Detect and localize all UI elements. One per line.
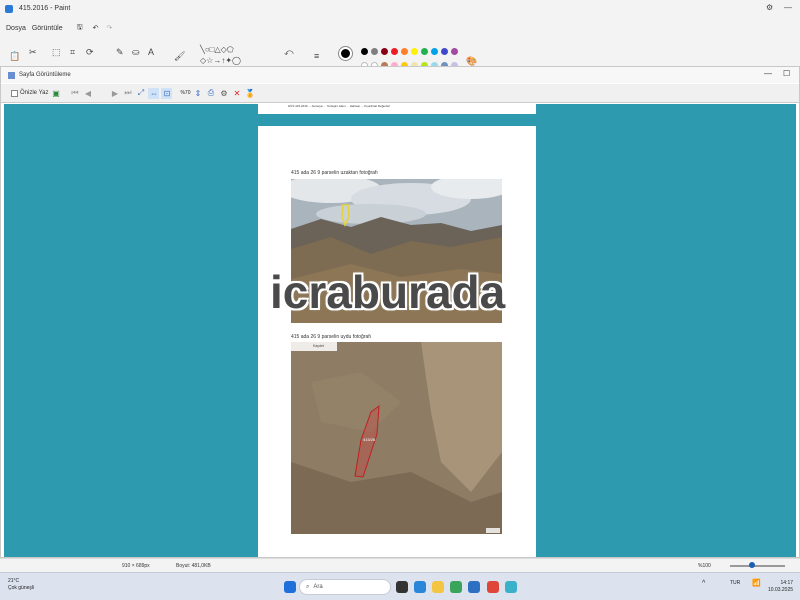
search-icon: ⌕ (306, 583, 310, 590)
color-swatch[interactable] (431, 48, 438, 55)
brush-icon[interactable]: 🖌 (174, 51, 185, 62)
file-size-text: Boyut: 481,0KB (176, 563, 211, 569)
network-icon[interactable]: 📶 (752, 580, 761, 587)
close-icon[interactable]: ✕ (231, 88, 242, 99)
language-indicator[interactable]: TUR (730, 580, 740, 587)
parcel-label: 415/26 (363, 437, 376, 442)
shapes-icon[interactable]: ╲○□△◇⬠ (200, 45, 234, 54)
document-canvas[interactable]: HÜS 415.2016 ... Amasya ... Yerleşim Ala… (4, 104, 796, 557)
color-swatch[interactable] (401, 48, 408, 55)
previous-page-caption: HÜS 415.2016 ... Amasya ... Yerleşim Ala… (288, 104, 391, 108)
minimize-button[interactable]: — (784, 3, 792, 12)
weather-desc: Çok güneşli (8, 585, 35, 591)
zoom-percent: %100 (698, 563, 711, 569)
language-text: TUR (730, 580, 741, 586)
color-swatch[interactable] (421, 48, 428, 55)
zoom-value[interactable]: %70 (180, 88, 190, 99)
photo2-caption: 415 ada 26 9 parselin uydu fotoğrafı (291, 334, 372, 340)
print-preview-button[interactable]: Önizle Yaz (11, 89, 49, 97)
menu-bar: Dosya Görüntüle 🖫 ↶ ↷ (0, 19, 800, 37)
clock-date: 10.03.2025 (768, 587, 794, 593)
last-page-icon[interactable]: ⏭ (122, 88, 133, 99)
crop-icon[interactable]: ⌗ (70, 47, 75, 58)
cut-icon[interactable]: ✂ (29, 47, 37, 58)
document-page: 415 ada 26 9 parselin uzaktan fotoğrafı … (258, 126, 536, 557)
ribbon-toolbar: 📋 ✂ ⬚ ⌗ ⟳ ✎ ⛀ A 🖌 ╲○□△◇⬠ ◇☆→↑✦◯ ⤺ ≡ (0, 40, 800, 68)
fit-page-icon[interactable]: ⤢ (135, 88, 146, 99)
previous-page-bottom: HÜS 415.2016 ... Amasya ... Yerleşim Ala… (258, 104, 536, 114)
photo1-caption: 415 ada 26 9 parselin uzaktan fotoğrafı (291, 170, 378, 176)
color-swatch[interactable] (451, 48, 458, 55)
chrome-icon[interactable] (450, 581, 462, 593)
checkbox-icon (11, 89, 18, 97)
taskbar: 21°C Çok güneşli ⌕ Ara ^ TUR 📶 14:17 10.… (0, 572, 800, 600)
tray-chevron-icon[interactable]: ^ (702, 580, 705, 587)
search-box[interactable]: ⌕ Ara (299, 579, 391, 595)
watermark-logo: icraburada (270, 266, 506, 318)
paint-taskbar-icon[interactable] (487, 581, 499, 593)
clock-time: 14:17 (780, 580, 794, 586)
map-toolbar-label: Kaydet (313, 344, 324, 348)
viewer-title: Sayfa Görüntüleme (19, 72, 71, 78)
undo-icon[interactable]: ↶ (93, 24, 99, 32)
viewer-minimize-button[interactable]: — (764, 69, 772, 78)
viewer-maximize-button[interactable]: ☐ (783, 69, 790, 78)
satellite-photo: 415/26 Kaydet (291, 342, 502, 534)
save-pdf-icon[interactable]: ▣ (50, 88, 61, 99)
settings-icon[interactable]: ⚙ (766, 3, 773, 12)
save-icon[interactable]: 🖫 (77, 23, 83, 34)
settings-icon[interactable]: ⚙ (218, 88, 229, 99)
store-icon[interactable] (468, 581, 480, 593)
color-swatch[interactable] (391, 48, 398, 55)
zoom-spin-icon[interactable]: ⇕ (192, 88, 203, 99)
dimensions-text: 910 × 689px (122, 563, 150, 569)
menu-file[interactable]: Dosya (6, 25, 26, 32)
viewer-toolbar: Önizle Yaz ▣ ⏮ ◀ ▶ ⏭ ⤢ ⇔ ⊡ %70 ⇕ ⎙ ⚙ ✕ 🏅 (1, 84, 799, 103)
color-swatch[interactable] (381, 48, 388, 55)
weather-temp: 21°C (8, 578, 20, 584)
color-swatch[interactable] (361, 48, 368, 55)
zoom-slider-thumb[interactable] (749, 562, 755, 568)
status-bar: 910 × 689px Boyut: 481,0KB %100 (0, 558, 800, 572)
selected-color[interactable] (339, 47, 352, 60)
start-icon[interactable] (284, 581, 296, 593)
redo-icon[interactable]: ↷ (106, 24, 112, 32)
ribbon-icon[interactable]: 🏅 (244, 88, 255, 99)
paste-icon[interactable]: 📋 (9, 51, 20, 62)
clock[interactable]: 14:17 10.03.2025 (768, 580, 793, 594)
color-swatch[interactable] (411, 48, 418, 55)
prev-page-icon[interactable]: ◀ (82, 88, 93, 99)
fill-icon[interactable]: ⛀ (132, 47, 140, 58)
print-preview-label: Önizle Yaz (20, 90, 49, 96)
task-view-icon[interactable] (396, 581, 408, 593)
print-icon[interactable]: ⎙ (205, 88, 216, 99)
app-taskbar-icon[interactable] (505, 581, 517, 593)
shapes-row2-icon[interactable]: ◇☆→↑✦◯ (200, 56, 241, 65)
title-bar: 415.2016 - Paint (0, 0, 800, 17)
file-explorer-icon[interactable] (432, 581, 444, 593)
paint-app-icon (5, 4, 13, 13)
first-page-icon[interactable]: ⏮ (69, 88, 80, 99)
size-icon[interactable]: ≡ (314, 51, 319, 61)
menu-view[interactable]: Görüntüle (32, 25, 63, 32)
color-swatch[interactable] (371, 48, 378, 55)
viewer-icon (8, 71, 15, 79)
next-page-icon[interactable]: ▶ (109, 88, 120, 99)
window-title: 415.2016 - Paint (19, 5, 71, 12)
actual-size-icon[interactable]: ⊡ (161, 87, 173, 99)
rotate-icon[interactable]: ⟳ (86, 47, 94, 58)
fit-width-icon[interactable]: ⇔ (148, 87, 160, 99)
text-icon[interactable]: A (148, 47, 154, 57)
select-icon[interactable]: ⬚ (52, 47, 61, 58)
pencil-icon[interactable]: ✎ (116, 47, 124, 58)
color-swatch[interactable] (441, 48, 448, 55)
viewer-title-bar: Sayfa Görüntüleme (1, 67, 799, 83)
zoom-slider-track[interactable] (730, 565, 785, 567)
outline-icon[interactable]: ⤺ (284, 47, 294, 58)
edge-icon[interactable] (414, 581, 426, 593)
search-placeholder: Ara (313, 584, 323, 590)
weather-widget[interactable]: 21°C Çok güneşli (8, 578, 34, 592)
